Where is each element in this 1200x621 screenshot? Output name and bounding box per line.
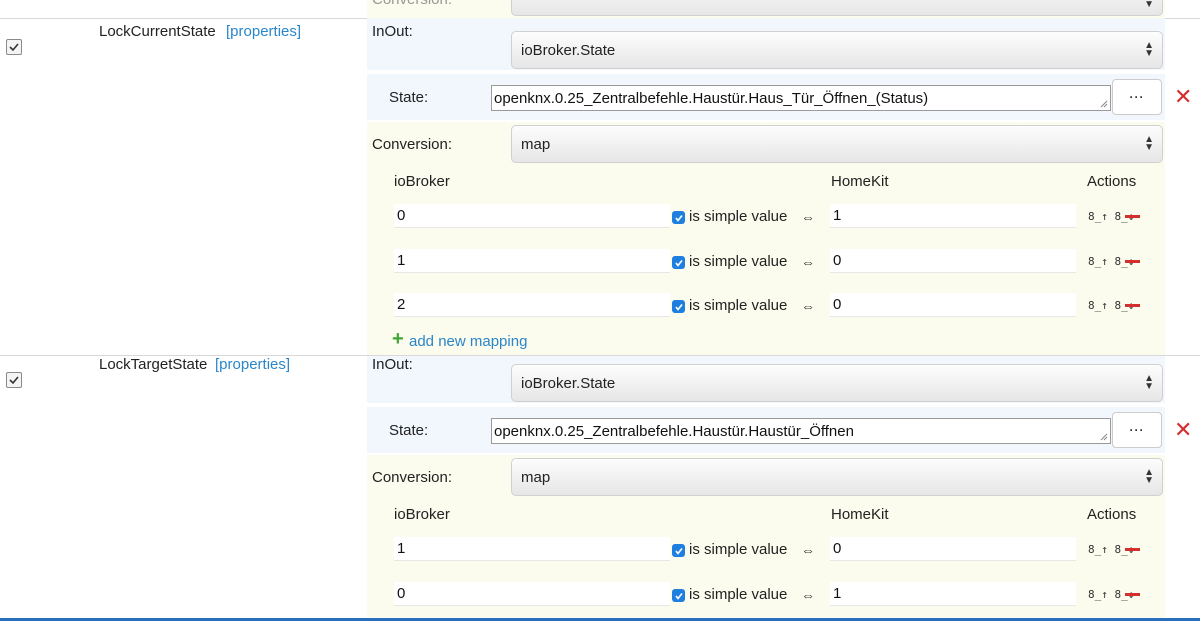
mapping-homekit-input[interactable]: 0 [830,537,1076,561]
conversion-label: Conversion: [372,136,453,153]
swap-icon: ⇔ [801,587,815,603]
mapping-homekit-input[interactable]: 0 [830,249,1076,273]
select-state-button[interactable]: ··· [1112,412,1162,448]
swap-icon: ⇔ [801,298,815,314]
select-arrows-icon: ▼ [1144,0,1154,10]
conversion-select[interactable]: map ▲ ▼ [511,458,1163,496]
inout-label: InOut: [372,23,413,40]
move-up-icon[interactable]: 8̲↑ [1088,299,1108,312]
mapping-iobroker-input[interactable]: 1 [394,249,670,273]
mapping-iobroker-input[interactable]: 2 [394,293,670,317]
select-arrows-icon: ▲ ▼ [1144,134,1154,153]
characteristic-name: LockTargetState [99,356,208,373]
check-icon [674,259,683,267]
swap-icon: ⇔ [801,254,815,270]
lock-target-state-checkbox[interactable] [6,372,22,388]
select-arrows-icon: ▲ ▼ [1144,40,1154,59]
select-arrows-icon: ▲ ▼ [1144,373,1154,392]
move-up-icon[interactable]: 8̲↑ [1088,588,1108,601]
remove-mapping-icon[interactable] [1125,260,1140,263]
mapping-homekit-input[interactable]: 1 [830,582,1076,606]
remove-mapping-icon[interactable] [1125,215,1140,218]
properties-link[interactable]: [properties] [215,356,290,373]
lock-current-state-checkbox[interactable] [6,39,22,55]
state-label: State: [389,89,429,106]
state-label: State: [389,422,429,439]
state-input[interactable]: openknx.0.25_Zentralbefehle.Haustür.Haus… [491,85,1111,111]
resize-grip-icon [1100,433,1108,441]
mapping-iobroker-input[interactable]: 0 [394,204,670,228]
map-header-iobroker: ioBroker [394,506,450,523]
select-arrows-icon: ▲ ▼ [1144,467,1154,486]
delete-icon[interactable]: ✕ [1174,84,1192,110]
properties-link[interactable]: [properties] [226,23,301,40]
delete-icon[interactable]: ✕ [1174,417,1192,443]
inout-label: InOut: [372,356,413,373]
move-up-icon[interactable]: 8̲↑ [1088,210,1108,223]
characteristic-name: LockCurrentState [99,23,216,40]
mapping-iobroker-input[interactable]: 1 [394,537,670,561]
simple-value-checkbox[interactable] [672,589,685,602]
simple-value-checkbox[interactable] [672,256,685,269]
map-header-actions: Actions [1087,506,1137,523]
check-icon [9,43,19,52]
map-header-actions: Actions [1087,173,1137,190]
move-up-icon[interactable]: 8̲↑ [1088,543,1108,556]
simple-value-checkbox[interactable] [672,300,685,313]
map-header-homekit: HomeKit [831,506,889,523]
simple-value-label: is simple value [689,297,788,314]
simple-value-label: is simple value [689,541,788,558]
simple-value-label: is simple value [689,586,788,603]
conversion-label: Conversion: [372,469,453,486]
conversion-select[interactable]: map ▲ ▼ [511,125,1163,163]
map-header-iobroker: ioBroker [394,173,450,190]
resize-grip-icon [1100,100,1108,108]
simple-value-checkbox[interactable] [672,544,685,557]
mapping-iobroker-input[interactable]: 0 [394,582,670,606]
state-input[interactable]: openknx.0.25_Zentralbefehle.Haustür.Haus… [491,418,1111,444]
check-icon [9,376,19,385]
simple-value-checkbox[interactable] [672,211,685,224]
top-conversion-label: Conversion: [372,0,452,8]
mapping-homekit-input[interactable]: 0 [830,293,1076,317]
remove-mapping-icon[interactable] [1125,548,1140,551]
swap-icon: ⇔ [801,542,815,558]
move-up-icon[interactable]: 8̲↑ [1088,255,1108,268]
remove-mapping-icon[interactable] [1125,304,1140,307]
select-state-button[interactable]: ··· [1112,79,1162,115]
simple-value-label: is simple value [689,208,788,225]
top-conversion-select[interactable]: ▼ [511,0,1163,16]
check-icon [674,592,683,600]
simple-value-label: is simple value [689,253,788,270]
check-icon [674,303,683,311]
mapping-homekit-input[interactable]: 1 [830,204,1076,228]
add-icon[interactable]: + [392,328,404,351]
check-icon [674,547,683,555]
map-header-homekit: HomeKit [831,173,889,190]
swap-icon: ⇔ [801,209,815,225]
add-mapping-link[interactable]: add new mapping [409,333,527,350]
remove-mapping-icon[interactable] [1125,593,1140,596]
inout-select[interactable]: ioBroker.State ▲ ▼ [511,31,1163,69]
inout-select[interactable]: ioBroker.State ▲ ▼ [511,364,1163,402]
check-icon [674,214,683,222]
